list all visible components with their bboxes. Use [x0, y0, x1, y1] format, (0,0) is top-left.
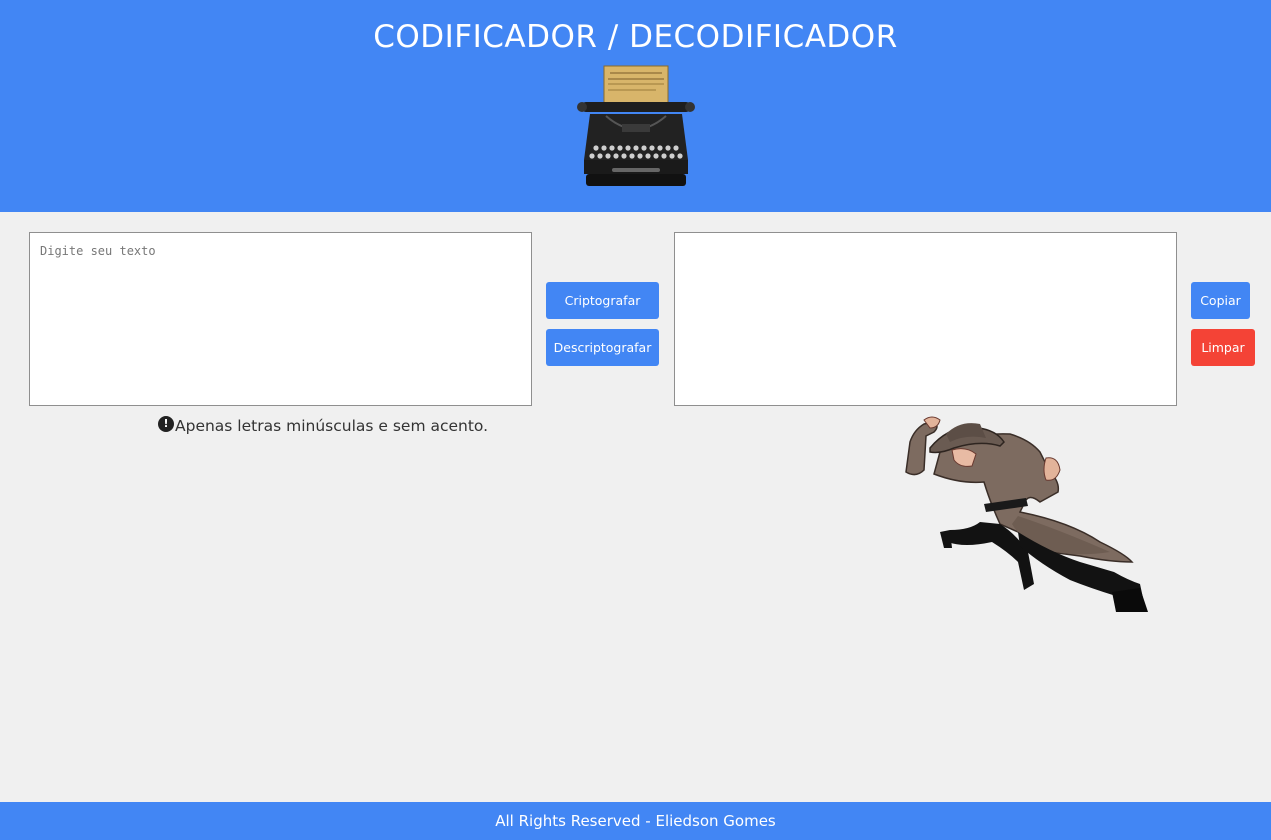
input-textarea[interactable] — [29, 232, 532, 406]
page-footer: All Rights Reserved - Eliedson Gomes — [0, 802, 1271, 840]
decrypt-button[interactable]: Descriptografar — [546, 329, 659, 366]
clear-button[interactable]: Limpar — [1191, 329, 1255, 366]
output-textarea[interactable] — [674, 232, 1177, 406]
typewriter-icon — [577, 65, 695, 186]
page-title: CODIFICADOR / DECODIFICADOR — [373, 19, 898, 55]
encrypt-button[interactable]: Criptografar — [546, 282, 659, 319]
copy-button[interactable]: Copiar — [1191, 282, 1250, 319]
input-hint: ! Apenas letras minúsculas e sem acento. — [158, 414, 488, 438]
exclamation-circle-icon: ! — [158, 416, 174, 432]
page-header: CODIFICADOR / DECODIFICADOR — [0, 0, 1271, 212]
running-detective-illustration — [905, 416, 1148, 612]
hint-text: Apenas letras minúsculas e sem acento. — [175, 417, 489, 435]
